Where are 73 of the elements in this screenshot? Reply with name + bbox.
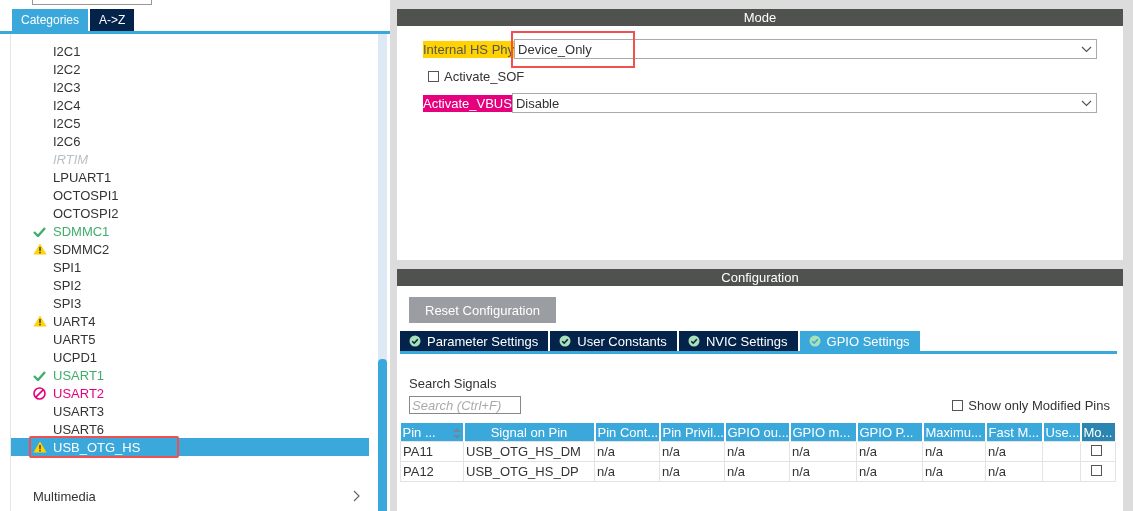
chevron-right-icon	[352, 490, 360, 502]
table-cell: n/a	[856, 441, 923, 462]
table-cell: n/a	[724, 441, 790, 462]
section-header: Mode	[397, 9, 1123, 26]
field-label: Activate_VBUS	[423, 94, 512, 112]
table-cell: USB_OTG_HS_DM	[463, 441, 595, 462]
peripheral-item[interactable]: SDMMC2	[11, 240, 369, 258]
table-cell: n/a	[856, 461, 923, 482]
table-cell: n/a	[659, 441, 725, 462]
peripheral-item[interactable]: I2C1	[11, 42, 369, 60]
peripheral-item[interactable]: LPUART1	[11, 168, 369, 186]
table-cell: n/a	[985, 461, 1043, 482]
warning-icon	[33, 441, 47, 453]
checkbox[interactable]	[1091, 465, 1102, 476]
table-cell: n/a	[659, 461, 725, 482]
check-icon	[33, 225, 46, 237]
table-cell: n/a	[594, 441, 660, 462]
table-cell: n/a	[724, 461, 790, 482]
peripheral-item[interactable]: SPI1	[11, 258, 369, 276]
settings-tab[interactable]: User Constants	[550, 331, 677, 351]
check-circle-icon	[687, 335, 700, 347]
table-cell: PA11	[400, 441, 464, 462]
peripheral-item[interactable]: I2C2	[11, 60, 369, 78]
scrollbar[interactable]	[378, 34, 387, 511]
checkbox[interactable]	[1091, 445, 1102, 456]
check-icon	[33, 369, 46, 381]
section-header: Configuration	[397, 269, 1123, 286]
table-cell: n/a	[985, 441, 1043, 462]
category-tab[interactable]: A->Z	[90, 9, 135, 31]
table-cell: PA12	[400, 461, 464, 482]
search-field[interactable]	[32, 0, 152, 5]
check-circle-icon	[559, 335, 572, 347]
table-cell: n/a	[594, 461, 660, 482]
table-cell: n/a	[922, 441, 986, 462]
search-field[interactable]: Search (Ctrl+F)	[409, 396, 521, 414]
dropdown[interactable]: Disable	[511, 93, 1097, 113]
peripheral-item[interactable]: UART5	[11, 330, 369, 348]
peripheral-item[interactable]: USART3	[11, 402, 369, 420]
table-cell: n/a	[789, 461, 857, 482]
category-label: Multimedia	[33, 488, 96, 504]
check-circle-icon	[808, 335, 821, 347]
category-item[interactable]: Multimedia	[11, 486, 378, 506]
table-cell: USB_OTG_HS_DP	[463, 461, 595, 482]
table-cell: n/a	[789, 441, 857, 462]
settings-tab[interactable]: NVIC Settings	[678, 331, 798, 351]
peripheral-item[interactable]: I2C3	[11, 78, 369, 96]
peripheral-item[interactable]: I2C5	[11, 114, 369, 132]
peripheral-item[interactable]: SPI2	[11, 276, 369, 294]
search-label: Search Signals	[409, 376, 498, 391]
table-cell: n/a	[922, 461, 986, 482]
checkbox-label: Activate_SOF	[444, 68, 525, 84]
peripheral-item[interactable]: I2C4	[11, 96, 369, 114]
warning-icon	[33, 243, 47, 255]
warning-icon	[33, 315, 47, 327]
peripheral-item[interactable]: USART2	[11, 384, 369, 402]
chevron-down-icon	[1081, 99, 1092, 107]
dropdown[interactable]: Device_Only	[514, 39, 1097, 59]
peripheral-item[interactable]: SPI3	[11, 294, 369, 312]
sort-icon	[452, 427, 461, 439]
prohibited-icon	[33, 386, 46, 400]
peripheral-item[interactable]: UCPD1	[11, 348, 369, 366]
chevron-down-icon	[1081, 45, 1092, 53]
checkbox-label: Show only Modified Pins	[968, 397, 1110, 413]
checkbox[interactable]	[428, 70, 439, 82]
peripheral-item[interactable]: UART4	[11, 312, 369, 330]
peripheral-item[interactable]: OCTOSPI1	[11, 186, 369, 204]
peripheral-item[interactable]: USART6	[11, 420, 369, 438]
settings-tab[interactable]: Parameter Settings	[400, 331, 549, 351]
peripheral-item[interactable]: OCTOSPI2	[11, 204, 369, 222]
column-header[interactable]: Mo...	[1080, 423, 1116, 442]
check-circle-icon	[409, 335, 421, 347]
checkbox[interactable]	[952, 399, 964, 411]
peripheral-item[interactable]: I2C6	[11, 132, 369, 150]
